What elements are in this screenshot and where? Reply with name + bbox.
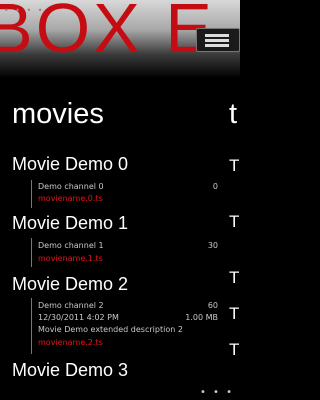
list-item[interactable]: Movie Demo 3 <box>0 360 225 400</box>
next-pivot-item-peek: T <box>229 268 240 287</box>
movie-title: Movie Demo 0 <box>12 154 129 174</box>
divider <box>31 180 32 208</box>
movie-title: Movie Demo 1 <box>12 213 129 233</box>
channel-name: Demo channel 2 <box>38 301 104 310</box>
list-item[interactable]: Movie Demo 2 Demo channel 2 60 12/30/201… <box>0 274 225 358</box>
next-pivot-item-peek: T <box>229 212 240 231</box>
next-pivot-item-peek: T <box>229 340 240 359</box>
pivot-title-next[interactable]: t <box>229 98 237 131</box>
file-name: moviename.0.ts <box>38 194 103 203</box>
divider <box>31 298 32 354</box>
next-pivot-item-peek: T <box>229 156 240 175</box>
divider <box>31 238 32 267</box>
menu-icon[interactable] <box>196 28 240 52</box>
file-name: moviename.2.ts <box>38 338 103 347</box>
list-item[interactable]: Movie Demo 0 Demo channel 0 0 moviename.… <box>0 154 225 210</box>
file-name: moviename.1.ts <box>38 254 103 263</box>
list-item[interactable]: Movie Demo 1 Demo channel 1 30 moviename… <box>0 213 225 269</box>
channel-number: 0 <box>212 182 218 191</box>
channel-number: 30 <box>207 241 218 250</box>
pivot-title-movies[interactable]: movies <box>12 98 104 131</box>
recorded-datetime: 12/30/2011 4:02 PM <box>38 313 119 322</box>
channel-name: Demo channel 1 <box>38 241 104 250</box>
next-pivot-item-peek: T <box>229 304 240 323</box>
channel-number: 60 <box>207 301 218 310</box>
signal-dots-icon: • • • • <box>4 6 45 15</box>
channel-name: Demo channel 0 <box>38 182 104 191</box>
file-size: 1.00 MB <box>185 313 218 322</box>
app-bar-more-icon[interactable]: • • • <box>200 387 234 398</box>
status-bar: • • • • <box>0 0 240 16</box>
movie-description: Movie Demo extended description 2 <box>38 325 183 334</box>
movie-title: Movie Demo 3 <box>12 360 129 380</box>
movie-title: Movie Demo 2 <box>12 274 129 294</box>
